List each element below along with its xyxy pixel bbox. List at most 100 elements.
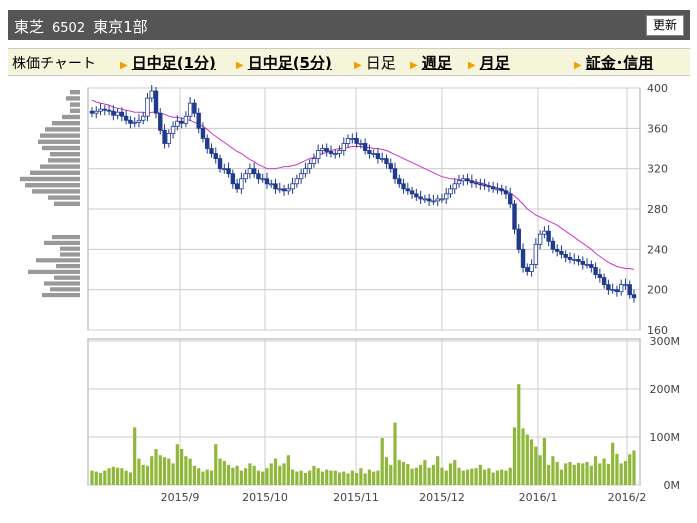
volume-bar xyxy=(372,471,376,485)
candle-body xyxy=(243,173,248,180)
candle-body xyxy=(94,110,99,114)
profile-bar xyxy=(56,264,80,269)
volume-bar xyxy=(384,457,389,485)
profile-bar xyxy=(52,121,80,126)
volume-bar xyxy=(231,467,235,485)
volume-bar xyxy=(111,466,115,485)
candle-body xyxy=(281,188,287,192)
volume-bar xyxy=(346,473,350,485)
volume-bar xyxy=(615,453,619,485)
volume-bar xyxy=(248,463,252,485)
volume-bar xyxy=(611,442,615,485)
volume-bar xyxy=(448,463,453,485)
candle-body xyxy=(170,125,176,134)
volume-bar xyxy=(602,458,606,485)
candle-body xyxy=(298,173,304,180)
candle-body xyxy=(251,168,257,175)
candle-body xyxy=(520,248,526,268)
volume-bar xyxy=(401,461,406,485)
candle-body xyxy=(89,110,95,114)
volume-bar xyxy=(145,465,150,485)
tab-label: 月足 xyxy=(479,54,510,72)
volume-bar xyxy=(350,470,354,485)
date-tick-label: 2015/11 xyxy=(333,491,379,504)
volume-bar xyxy=(406,463,410,485)
candle-body xyxy=(525,267,530,272)
arrow-icon: ▶ xyxy=(354,60,362,71)
candle-body xyxy=(499,188,504,192)
volume-bar xyxy=(453,460,457,485)
candle-body xyxy=(576,259,581,262)
candle-body xyxy=(448,188,453,195)
volume-bar xyxy=(141,464,145,485)
volume-bar xyxy=(376,470,380,485)
candle-body xyxy=(141,115,146,121)
volume-tick-label: 200M xyxy=(650,383,681,396)
tab-label: 日中足(5分) xyxy=(247,54,332,72)
candle-body xyxy=(542,230,547,235)
candle-body xyxy=(495,188,500,191)
candle-body xyxy=(367,150,372,154)
stock-market: 東京1部 xyxy=(93,18,148,36)
volume-bar xyxy=(325,469,329,485)
price-tick-label: 240 xyxy=(647,243,668,256)
volume-bar xyxy=(389,464,393,485)
volume-bar xyxy=(500,469,504,485)
volume-bar xyxy=(427,467,431,485)
volume-bar xyxy=(128,472,133,485)
volume-grid xyxy=(87,338,641,486)
refresh-button[interactable]: 更新 xyxy=(645,15,684,36)
volume-bar xyxy=(333,470,337,485)
volume-bar xyxy=(512,427,517,485)
candle-body xyxy=(303,168,308,175)
candle-body xyxy=(145,97,150,117)
volume-bar xyxy=(299,470,303,485)
profile-bar xyxy=(45,127,80,132)
volume-bar xyxy=(410,468,414,485)
volume-bar xyxy=(474,468,478,485)
candle-body xyxy=(307,163,312,170)
volume-profile xyxy=(20,90,80,298)
volume-bar xyxy=(312,465,316,485)
price-tick-label: 320 xyxy=(647,163,668,176)
candle-body xyxy=(482,184,487,187)
candle-body xyxy=(529,264,534,272)
candle-body xyxy=(589,264,594,268)
volume-bar xyxy=(184,456,188,485)
candle-body xyxy=(580,261,585,265)
tab-intraday-5min[interactable]: ▶ 日中足(5分) xyxy=(236,52,332,73)
volume-bar xyxy=(209,470,214,485)
candle-body xyxy=(456,180,462,185)
volume-bar xyxy=(461,470,465,485)
tab-label: 日中足(1分) xyxy=(131,54,216,72)
volume-bar xyxy=(188,458,192,485)
candle-body xyxy=(533,243,539,265)
volume-bar xyxy=(133,427,137,485)
volume-bar xyxy=(320,471,325,485)
price-grid xyxy=(87,87,641,331)
tab-weekly[interactable]: ▶ 週足 xyxy=(410,52,452,73)
volume-bar xyxy=(619,463,623,485)
candle-body xyxy=(362,143,368,151)
candle-body xyxy=(205,138,210,149)
tab-margin[interactable]: ▶ 証金･信用 xyxy=(574,52,653,73)
tab-label: 日足 xyxy=(365,54,396,72)
candle-body xyxy=(490,186,496,190)
stock-title: 東芝 6502 東京1部 xyxy=(14,16,148,37)
candle-body xyxy=(115,111,120,116)
candle-body xyxy=(512,203,517,230)
tab-intraday-1min[interactable]: ▶ 日中足(1分) xyxy=(120,52,216,73)
volume-bar xyxy=(576,462,581,485)
volume-bar xyxy=(137,458,141,485)
volume-bar xyxy=(478,464,482,485)
volume-bar xyxy=(273,458,278,485)
volume-bar xyxy=(393,422,397,485)
arrow-icon: ▶ xyxy=(574,60,582,71)
candle-body xyxy=(422,198,428,201)
tab-monthly[interactable]: ▶ 月足 xyxy=(468,52,510,73)
candle-body xyxy=(222,168,227,171)
date-tick-label: 2016/2 xyxy=(608,491,647,504)
candle-body xyxy=(397,178,402,185)
candle-body xyxy=(563,253,568,258)
volume-bar xyxy=(239,470,243,485)
